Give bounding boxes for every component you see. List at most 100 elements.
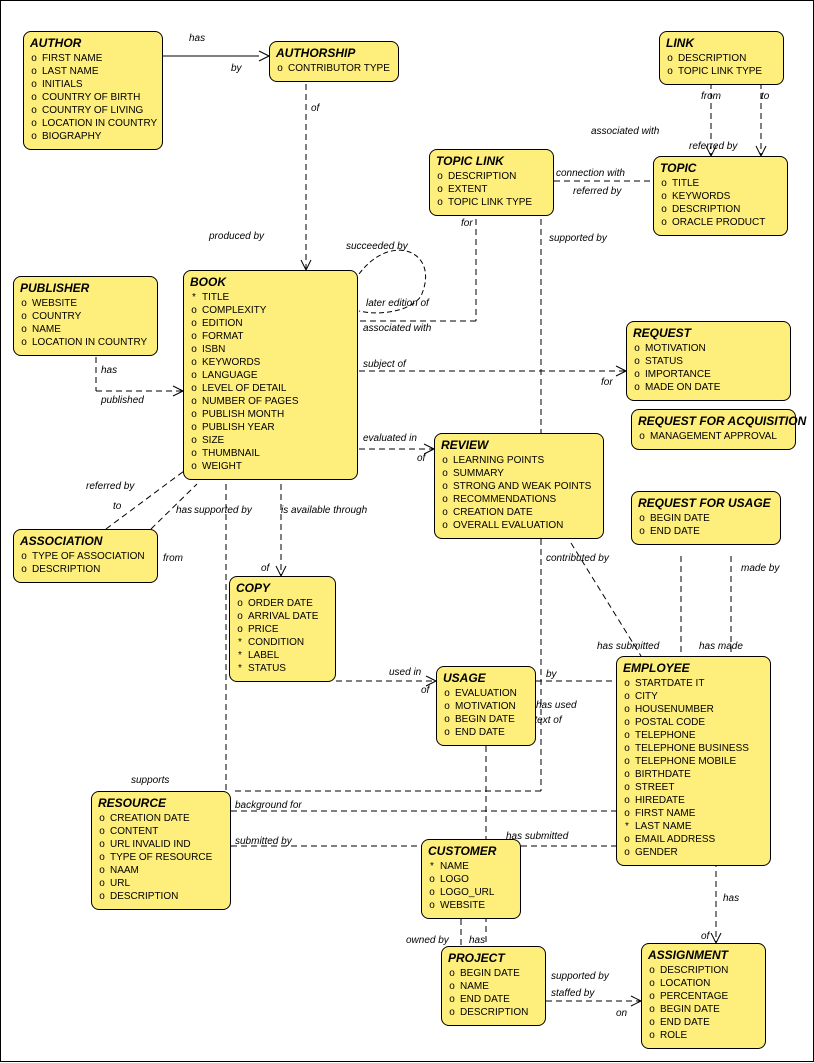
svg-text:referred by: referred by	[86, 481, 135, 492]
entity-attribute: oLEVEL OF DETAIL	[190, 382, 351, 395]
svg-text:has: has	[469, 935, 485, 946]
entity-attribute: oLEARNING POINTS	[441, 454, 597, 467]
entity-title: USAGE	[443, 671, 529, 685]
svg-text:to: to	[761, 91, 770, 102]
entity-attribute: oURL	[98, 877, 224, 890]
entity-attribute: oEND DATE	[638, 525, 774, 538]
entity-attribute: oBEGIN DATE	[443, 713, 529, 726]
entity-title: REQUEST FOR ACQUISITION	[638, 414, 789, 428]
svg-text:of: of	[417, 453, 427, 464]
entity-title: CUSTOMER	[428, 844, 514, 858]
entity-attribute: oBIRTHDATE	[623, 768, 764, 781]
svg-text:used in: used in	[389, 667, 422, 678]
entity-attribute: oNUMBER OF PAGES	[190, 395, 351, 408]
entity-title: REVIEW	[441, 438, 597, 452]
entity-attribute: oRECOMMENDATIONS	[441, 493, 597, 506]
entity-title: ASSIGNMENT	[648, 948, 759, 962]
entity-attribute: oFORMAT	[190, 330, 351, 343]
entity-attribute: oTOPIC LINK TYPE	[666, 65, 777, 78]
entity-attribute: oTELEPHONE BUSINESS	[623, 742, 764, 755]
svg-text:supports: supports	[131, 775, 169, 786]
entity-attribute: oIMPORTANCE	[633, 368, 784, 381]
entity-title: ASSOCIATION	[20, 534, 151, 548]
entity-attribute: oBEGIN DATE	[648, 1003, 759, 1016]
entity-attribute: oTYPE OF ASSOCIATION	[20, 550, 151, 563]
entity-title: RESOURCE	[98, 796, 224, 810]
entity-attribute: oLOCATION	[648, 977, 759, 990]
entity-attribute: oTYPE OF RESOURCE	[98, 851, 224, 864]
entity-authorship: AUTHORSHIPoCONTRIBUTOR TYPE	[269, 41, 399, 82]
entity-attribute: oEVALUATION	[443, 687, 529, 700]
entity-attribute: oTITLE	[660, 177, 781, 190]
svg-text:subject of: subject of	[363, 359, 407, 370]
entity-attribute: oNAME	[20, 323, 151, 336]
entity-attribute: oPERCENTAGE	[648, 990, 759, 1003]
entity-attribute: oHIREDATE	[623, 794, 764, 807]
entity-attribute: oNAME	[448, 980, 539, 993]
entity-attribute: oGENDER	[623, 846, 764, 859]
svg-text:is available through: is available through	[281, 505, 368, 516]
svg-text:has: has	[176, 505, 192, 516]
entity-title: PROJECT	[448, 951, 539, 965]
entity-attribute: oSTREET	[623, 781, 764, 794]
entity-title: REQUEST	[633, 326, 784, 340]
entity-attribute: *LAST NAME	[623, 820, 764, 833]
svg-text:published: published	[100, 395, 144, 406]
er-diagram: has by of produced by succeeded by later…	[0, 0, 814, 1062]
entity-assignment: ASSIGNMENT oDESCRIPTIONoLOCATIONoPERCENTA…	[641, 943, 766, 1049]
svg-text:owned by: owned by	[406, 935, 450, 946]
entity-attribute: oINITIALS	[30, 78, 156, 91]
svg-text:from: from	[163, 553, 183, 564]
svg-text:has submitted: has submitted	[597, 641, 660, 652]
entity-title: LINK	[666, 36, 777, 50]
entity-attribute: oSIZE	[190, 434, 351, 447]
entity-attribute: oURL INVALID IND	[98, 838, 224, 851]
entity-attribute: oPOSTAL CODE	[623, 716, 764, 729]
entity-attribute: oEMAIL ADDRESS	[623, 833, 764, 846]
entity-attribute: oNAAM	[98, 864, 224, 877]
entity-attribute: oORDER DATE	[236, 597, 329, 610]
svg-text:has: has	[723, 893, 739, 904]
svg-text:for: for	[601, 377, 613, 388]
entity-attribute: oMANAGEMENT APPROVAL	[638, 430, 789, 443]
entity-attribute: oBIOGRAPHY	[30, 130, 156, 143]
entity-author: AUTHORoFIRST NAMEoLAST NAMEoINITIALSoCOU…	[23, 31, 163, 150]
svg-text:of: of	[421, 685, 431, 696]
entity-title: TOPIC LINK	[436, 154, 547, 168]
svg-text:evaluated in: evaluated in	[363, 433, 417, 444]
entity-attribute: oWEBSITE	[20, 297, 151, 310]
entity-attribute: oKEYWORDS	[660, 190, 781, 203]
entity-attribute: oFIRST NAME	[623, 807, 764, 820]
entity-customer: CUSTOMER*NAMEoLOGOoLOGO_URLoWEBSITE	[421, 839, 521, 919]
entity-attribute: oSTARTDATE IT	[623, 677, 764, 690]
svg-text:associated with: associated with	[591, 126, 660, 137]
svg-text:supported by: supported by	[551, 971, 610, 982]
entity-request: REQUESToMOTIVATIONoSTATUSoIMPORTANCEoMAD…	[626, 321, 791, 401]
entity-attribute: oDESCRIPTION	[666, 52, 777, 65]
svg-text:of: of	[311, 103, 321, 114]
entity-requsage: REQUEST FOR USAGEoBEGIN DATEoEND DATE	[631, 491, 781, 545]
entity-attribute: oORACLE PRODUCT	[660, 216, 781, 229]
entity-usage: USAGEoEVALUATIONoMOTIVATIONoBEGIN DATEoE…	[436, 666, 536, 746]
entity-project: PROJECToBEGIN DATEoNAMEoEND DATEoDESCRIP…	[441, 946, 546, 1026]
entity-review: REVIEWoLEARNING POINTSoSUMMARYoSTRONG AN…	[434, 433, 604, 539]
svg-text:referred by: referred by	[689, 141, 738, 152]
entity-link: LINK oDESCRIPTIONoTOPIC LINK TYPE	[659, 31, 784, 85]
entity-attribute: oTELEPHONE MOBILE	[623, 755, 764, 768]
svg-text:to: to	[113, 501, 122, 512]
entity-title: TOPIC	[660, 161, 781, 175]
entity-attribute: oPUBLISH YEAR	[190, 421, 351, 434]
entity-attribute: oLOCATION IN COUNTRY	[30, 117, 156, 130]
entity-resource: RESOURCEoCREATION DATEoCONTENToURL INVAL…	[91, 791, 231, 910]
svg-text:on: on	[616, 1008, 628, 1019]
entity-attribute: oOVERALL EVALUATION	[441, 519, 597, 532]
svg-text:has: has	[101, 365, 117, 376]
entity-attribute: oWEIGHT	[190, 460, 351, 473]
entity-attribute: oCREATION DATE	[441, 506, 597, 519]
entity-copy: COPYoORDER DATEoARRIVAL DATEoPRICE*CONDI…	[229, 576, 336, 682]
entity-attribute: oCONTRIBUTOR TYPE	[276, 62, 392, 75]
entity-attribute: oTELEPHONE	[623, 729, 764, 742]
svg-text:has used: has used	[536, 700, 577, 711]
entity-attribute: oDESCRIPTION	[648, 964, 759, 977]
entity-attribute: oEDITION	[190, 317, 351, 330]
